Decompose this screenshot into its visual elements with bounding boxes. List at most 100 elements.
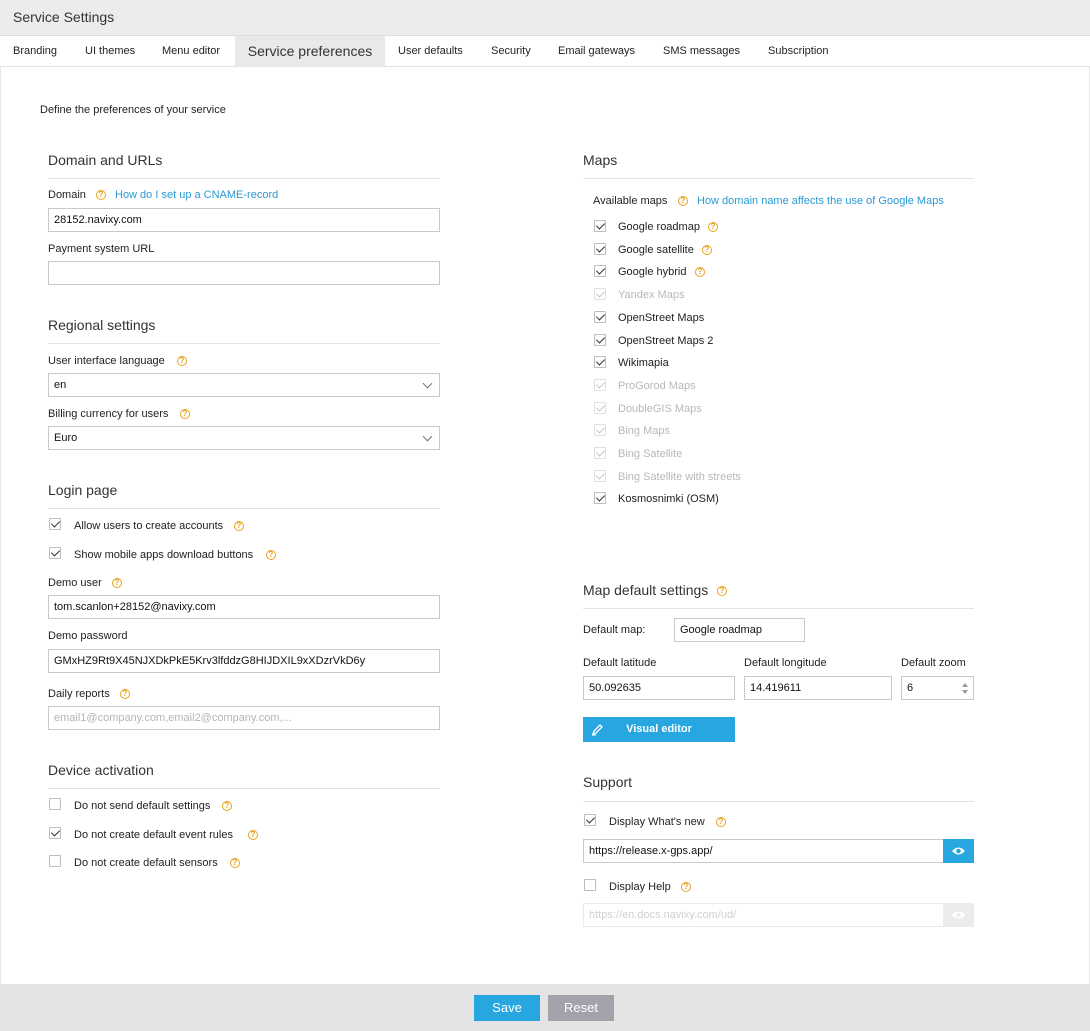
question-circle-icon[interactable]: ? [266,550,276,560]
map-checkbox-progorod-maps [594,379,606,391]
map-checkbox-kosmosnimki-osm[interactable] [594,492,606,504]
question-circle-icon[interactable]: ? [96,190,106,200]
display-help-label: Display Help [609,881,671,893]
default-map-select[interactable]: Google roadmap [674,618,805,642]
whats-new-checkbox[interactable] [584,814,596,826]
allow-accounts-label: Allow users to create accounts [74,520,224,532]
map-label-bing-satellite-with-streets: Bing Satellite with streets [618,471,741,483]
tab-subscription[interactable]: Subscription [755,36,842,67]
domain-input[interactable]: 28152.navixy.com [48,208,440,232]
tab-ui-themes[interactable]: UI themes [72,36,148,67]
tab-sms-messages[interactable]: SMS messages [650,36,753,67]
question-circle-icon[interactable]: ? [678,196,688,206]
stepper-up-icon[interactable] [962,683,968,687]
available-maps-label: Available maps [593,195,668,207]
visual-editor-button[interactable]: Visual editor [583,717,735,742]
window-title: Service Settings [13,9,115,25]
question-circle-icon[interactable]: ? [248,830,258,840]
tab-security[interactable]: Security [478,36,544,67]
map-checkbox-openstreet-maps[interactable] [594,311,606,323]
no-default-sensors-checkbox[interactable] [49,855,61,867]
allow-accounts-checkbox[interactable] [49,518,61,530]
map-label-openstreet-maps-2: OpenStreet Maps 2 [618,335,714,347]
demo-password-input[interactable]: GMxHZ9Rt9X45NJXDkPkE5Krv3lfddzG8HIJDXIL9… [48,649,440,673]
question-circle-icon[interactable]: ? [234,521,244,531]
payment-url-input[interactable] [48,261,440,285]
question-circle-icon[interactable]: ? [708,222,718,232]
demo-password-label: Demo password [48,630,128,642]
map-label-openstreet-maps: OpenStreet Maps [618,312,705,324]
section-divider [48,508,440,509]
question-circle-icon[interactable]: ? [230,858,240,868]
section-title-login: Login page [48,482,118,498]
tab-service-preferences[interactable]: Service preferences [235,36,385,67]
latitude-label: Default latitude [583,657,657,669]
zoom-label: Default zoom [901,657,966,669]
help-url-input[interactable]: https://en.docs.navixy.com/ud/ [583,903,944,927]
longitude-input[interactable]: 14.419611 [744,676,892,700]
language-select[interactable]: en [48,373,440,397]
no-default-settings-checkbox[interactable] [49,798,61,810]
map-checkbox-google-hybrid[interactable] [594,265,606,277]
no-default-rules-checkbox[interactable] [49,827,61,839]
stepper-down-icon[interactable] [962,690,968,694]
daily-reports-label: Daily reports [48,688,110,700]
tab-user-defaults[interactable]: User defaults [385,36,476,67]
map-checkbox-wikimapia[interactable] [594,356,606,368]
title-bar: Service Settings [0,0,1090,36]
whats-new-url-input[interactable]: https://release.x-gps.app/ [583,839,944,863]
latitude-input[interactable]: 50.092635 [583,676,735,700]
question-circle-icon[interactable]: ? [222,801,232,811]
section-divider [583,178,974,179]
map-checkbox-google-satellite[interactable] [594,243,606,255]
display-help-checkbox[interactable] [584,879,596,891]
map-label-bing-satellite: Bing Satellite [618,448,683,460]
tab-menu-editor[interactable]: Menu editor [149,36,233,67]
map-label-google-roadmap: Google roadmap [618,221,700,233]
question-circle-icon[interactable]: ? [180,409,190,419]
preview-whats-new-button[interactable] [943,839,974,863]
currency-select[interactable]: Euro [48,426,440,450]
cname-help-link[interactable]: How do I set up a CNAME-record [115,189,278,201]
section-divider [583,608,974,609]
tab-email-gateways[interactable]: Email gateways [545,36,648,67]
no-default-rules-label: Do not create default event rules [74,829,233,841]
map-checkbox-yandex-maps [594,288,606,300]
question-circle-icon[interactable]: ? [717,586,727,596]
demo-user-input[interactable]: tom.scanlon+28152@navixy.com [48,595,440,619]
whats-new-label: Display What's new [609,816,705,828]
eye-icon [952,847,965,855]
mobile-apps-label: Show mobile apps download buttons [74,549,254,561]
map-checkbox-bing-satellite [594,447,606,459]
preview-help-button[interactable] [943,903,974,927]
mobile-apps-checkbox[interactable] [49,547,61,559]
save-button[interactable]: Save [474,995,540,1021]
map-checkbox-google-roadmap[interactable] [594,220,606,232]
chevron-down-icon [422,378,433,389]
map-label-google-hybrid: Google hybrid [618,266,687,278]
question-circle-icon[interactable]: ? [695,267,705,277]
google-maps-help-link[interactable]: How domain name affects the use of Googl… [697,195,944,207]
intro-text: Define the preferences of your service [40,104,226,116]
map-label-yandex-maps: Yandex Maps [618,289,685,301]
map-label-bing-maps: Bing Maps [618,425,670,437]
map-label-progorod-maps: ProGorod Maps [618,380,696,392]
pencil-icon [591,724,603,736]
tab-bar: Branding UI themes Menu editor Service p… [0,36,1090,67]
section-title-support: Support [583,774,633,790]
question-circle-icon[interactable]: ? [702,245,712,255]
zoom-stepper[interactable]: 6 [901,676,974,700]
zoom-value: 6 [907,682,914,694]
map-checkbox-openstreet-maps-2[interactable] [594,334,606,346]
question-circle-icon[interactable]: ? [112,578,122,588]
daily-reports-input[interactable]: email1@company.com,email2@company.com,..… [48,706,440,730]
question-circle-icon[interactable]: ? [120,689,130,699]
map-checkbox-doublegis-maps [594,402,606,414]
question-circle-icon[interactable]: ? [716,817,726,827]
question-circle-icon[interactable]: ? [681,882,691,892]
map-checkbox-bing-satellite-with-streets [594,470,606,482]
reset-button[interactable]: Reset [548,995,614,1021]
question-circle-icon[interactable]: ? [177,356,187,366]
tab-branding[interactable]: Branding [0,36,70,67]
section-divider [583,801,974,802]
